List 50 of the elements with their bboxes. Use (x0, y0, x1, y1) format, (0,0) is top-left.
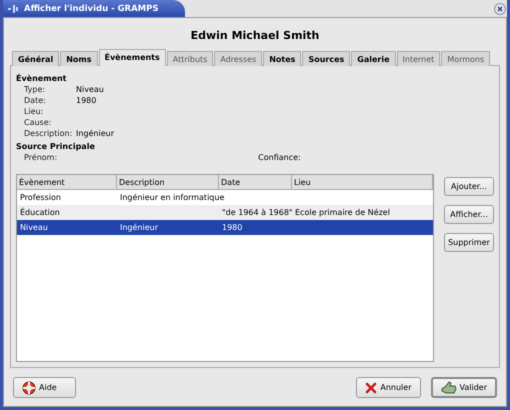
field-value: Niveau (76, 85, 105, 94)
tab[interactable]: Internet (396, 51, 440, 66)
column-header[interactable]: Description (117, 175, 219, 189)
field-label: Lieu: (24, 107, 44, 116)
field-label: Cause: (24, 118, 52, 127)
lifebuoy-icon (22, 380, 36, 394)
table-cell: 1980 (222, 223, 242, 232)
field-label: Confiance: (258, 153, 301, 162)
field-label: Description: (24, 129, 74, 138)
section-heading: Évènement (16, 74, 68, 83)
tab[interactable]: Évènements (98, 49, 166, 66)
column-header[interactable]: Date (219, 175, 292, 189)
tab[interactable]: Galerie (351, 51, 396, 66)
help-button[interactable]: Aide (13, 377, 76, 398)
tab[interactable]: Général (12, 51, 60, 66)
side-button[interactable]: Afficher... (444, 205, 494, 224)
field-label: Prénom: (24, 153, 58, 162)
table-cell: Niveau (20, 223, 48, 232)
close-icon[interactable] (494, 3, 506, 15)
field-label: Type: (24, 85, 46, 94)
person-name: Edwin Michael Smith (190, 28, 320, 44)
table-row[interactable]: Niveau Ingénieur 1980 (17, 220, 433, 235)
field-label: Date: (24, 96, 47, 105)
table-cell: "de 1964 à 1968" (222, 208, 293, 217)
tab[interactable]: Noms (60, 51, 98, 66)
section-heading: Source Principale (16, 142, 96, 151)
table-row[interactable]: Profession Ingénieur en informatique (17, 190, 433, 205)
table-cell: Ingénieur (120, 223, 158, 232)
window-menu-icon[interactable] (8, 4, 18, 12)
hand-icon (440, 380, 456, 394)
table-cell: Ecole primaire de Nézel (295, 208, 390, 217)
field-value: Ingénieur (76, 129, 116, 138)
cancel-button[interactable]: Annuler (356, 377, 420, 398)
tab[interactable]: Attributs (166, 51, 214, 66)
tab[interactable]: Notes (263, 51, 302, 66)
cross-icon (365, 382, 378, 394)
column-header[interactable]: Évènement (17, 175, 117, 189)
tab[interactable]: Mormons (441, 51, 490, 66)
column-header[interactable]: Lieu (292, 175, 433, 189)
side-button[interactable]: Supprimer (444, 233, 494, 252)
ok-button[interactable]: Valider (430, 377, 497, 398)
tab[interactable]: Sources (302, 51, 350, 66)
table-row[interactable]: Éducation "de 1964 à 1968" Ecole primaire de Nézel (17, 205, 433, 220)
window-title: Afficher l'individu - GRAMPS (24, 4, 158, 14)
tab[interactable]: Adresses (214, 51, 262, 66)
field-value: 1980 (76, 96, 98, 105)
side-button[interactable]: Ajouter... (444, 177, 494, 196)
table-cell: Profession (20, 193, 61, 202)
table-cell: Ingénieur en informatique (120, 193, 224, 202)
table-cell: Éducation (20, 208, 60, 217)
